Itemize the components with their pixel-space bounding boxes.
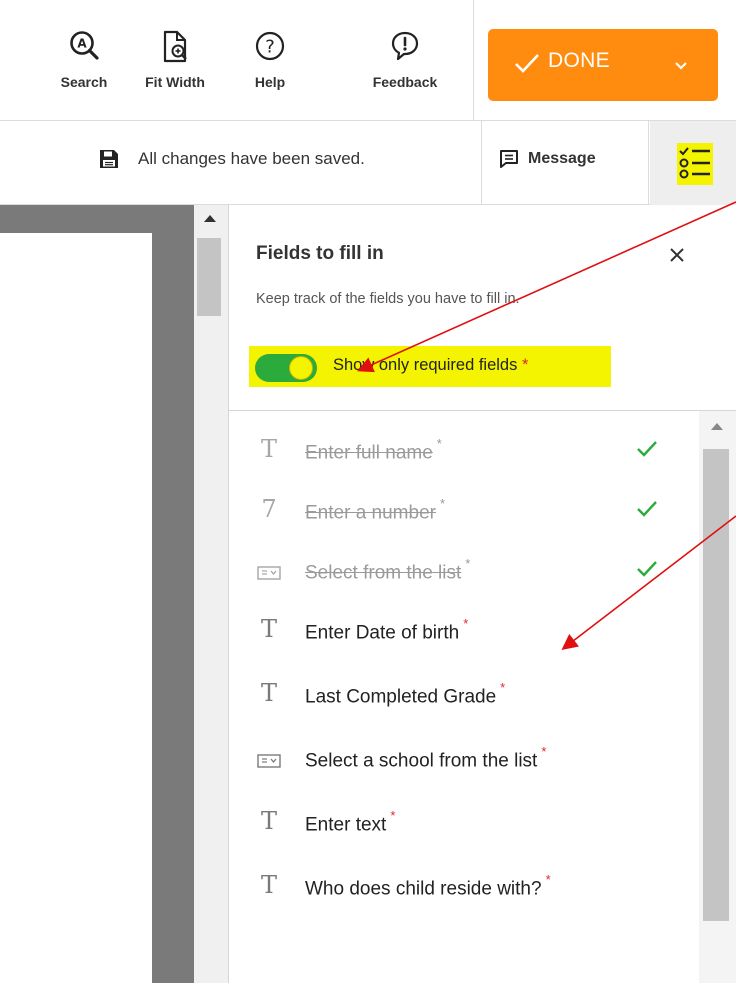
required-marker: * bbox=[390, 808, 396, 823]
fit-width-label: Fit Width bbox=[145, 74, 205, 90]
list-item[interactable]: Select a school from the list * bbox=[229, 733, 699, 781]
fields-list-scrollbar[interactable] bbox=[699, 411, 736, 983]
required-marker: * bbox=[463, 616, 469, 631]
close-icon[interactable] bbox=[665, 243, 689, 267]
required-fields-toggle[interactable] bbox=[255, 354, 317, 382]
required-marker: * bbox=[545, 872, 551, 887]
panel-subtitle: Keep track of the fields you have to fil… bbox=[256, 291, 520, 307]
svg-text:?: ? bbox=[265, 37, 275, 58]
required-marker: * bbox=[436, 436, 442, 451]
fit-width-icon bbox=[163, 30, 187, 63]
toggle-knob bbox=[289, 356, 313, 380]
status-divider bbox=[648, 121, 649, 205]
done-button[interactable]: DONE bbox=[488, 29, 718, 101]
list-item[interactable]: T Enter text * bbox=[229, 797, 699, 845]
field-label: Enter full name * bbox=[305, 436, 442, 464]
dropdown-field-icon bbox=[257, 754, 281, 768]
list-item[interactable]: T Who does child reside with? * bbox=[229, 861, 699, 909]
help-label: Help bbox=[254, 74, 286, 90]
feedback-icon bbox=[391, 31, 419, 61]
list-item[interactable]: Select from the list * bbox=[229, 545, 699, 593]
scroll-up-arrow[interactable] bbox=[711, 423, 723, 430]
list-item[interactable]: 7 Enter a number * bbox=[229, 485, 699, 533]
field-label: Enter Date of birth * bbox=[305, 616, 469, 644]
document-scrollbar[interactable] bbox=[194, 205, 228, 983]
fields-panel-button[interactable] bbox=[650, 121, 736, 205]
dropdown-field-icon bbox=[257, 566, 281, 580]
field-label: Enter text * bbox=[305, 808, 396, 836]
field-label-text: Enter text bbox=[305, 814, 387, 836]
list-item[interactable]: T Enter full name * bbox=[229, 425, 699, 473]
scroll-up-arrow[interactable] bbox=[204, 215, 216, 222]
chevron-down-icon[interactable] bbox=[674, 61, 688, 71]
field-label: Who does child reside with? * bbox=[305, 872, 551, 900]
check-icon bbox=[515, 54, 539, 73]
field-label-text: Enter Date of birth bbox=[305, 622, 460, 644]
search-label: Search bbox=[60, 74, 108, 90]
check-icon bbox=[637, 441, 657, 457]
status-divider bbox=[481, 121, 482, 205]
field-label: Last Completed Grade * bbox=[305, 680, 506, 708]
done-label: DONE bbox=[548, 49, 610, 72]
field-label: Enter a number * bbox=[305, 496, 446, 524]
save-icon bbox=[100, 150, 118, 168]
text-field-icon: T bbox=[260, 871, 277, 899]
message-label: Message bbox=[528, 150, 596, 167]
help-icon: ? bbox=[255, 31, 285, 61]
svg-text:A: A bbox=[77, 37, 87, 51]
checklist-icon bbox=[679, 147, 710, 179]
field-label-text: Enter a number bbox=[305, 502, 436, 524]
required-marker: * bbox=[521, 356, 529, 374]
text-field-icon: T bbox=[260, 435, 277, 463]
fields-list: T Enter full name * 7 Enter a number * Sel… bbox=[229, 411, 699, 983]
fit-width-button[interactable]: Fit Width bbox=[130, 30, 220, 90]
document-page[interactable] bbox=[0, 233, 152, 983]
scrollbar-thumb[interactable] bbox=[703, 449, 729, 921]
field-label-text: Enter full name bbox=[305, 442, 433, 464]
text-field-icon: T bbox=[260, 807, 277, 835]
field-label-text: Who does child reside with? bbox=[305, 878, 542, 900]
search-icon: A bbox=[70, 31, 99, 60]
required-marker: * bbox=[439, 496, 446, 511]
search-button[interactable]: A Search bbox=[39, 30, 129, 90]
required-marker: * bbox=[500, 680, 506, 695]
text-field-icon: T bbox=[260, 679, 277, 707]
feedback-label: Feedback bbox=[372, 74, 438, 90]
check-icon bbox=[637, 561, 657, 577]
field-label-text: Last Completed Grade bbox=[305, 686, 497, 708]
field-label: Select a school from the list * bbox=[305, 744, 547, 772]
list-item[interactable]: T Last Completed Grade * bbox=[229, 669, 699, 717]
check-icon bbox=[637, 501, 657, 517]
panel-title: Fields to fill in bbox=[256, 243, 384, 264]
feedback-button[interactable]: Feedback bbox=[360, 30, 450, 90]
message-icon bbox=[500, 150, 518, 168]
toggle-label-text: Show only required fields bbox=[333, 356, 518, 374]
help-button[interactable]: ? Help bbox=[225, 30, 315, 90]
list-item[interactable]: T Enter Date of birth * bbox=[229, 605, 699, 653]
status-bar: All changes have been saved. Message bbox=[0, 121, 736, 205]
field-label-text: Select from the list bbox=[305, 562, 462, 584]
fields-panel: Fields to fill in Keep track of the fiel… bbox=[229, 205, 736, 983]
required-fields-toggle-label: Show only required fields * bbox=[333, 356, 528, 375]
document-viewer bbox=[0, 205, 228, 983]
save-status-text: All changes have been saved. bbox=[138, 149, 365, 168]
required-marker: * bbox=[541, 744, 547, 759]
required-marker: * bbox=[465, 556, 471, 571]
toolbar-divider bbox=[473, 0, 474, 121]
field-label: Select from the list * bbox=[305, 556, 471, 584]
text-field-icon: T bbox=[260, 615, 277, 643]
top-toolbar: A Search Fit Width ? Help Feedback DONE bbox=[0, 0, 736, 121]
field-label-text: Select a school from the list bbox=[305, 750, 538, 772]
scrollbar-thumb[interactable] bbox=[197, 238, 221, 316]
number-field-icon: 7 bbox=[261, 495, 277, 523]
